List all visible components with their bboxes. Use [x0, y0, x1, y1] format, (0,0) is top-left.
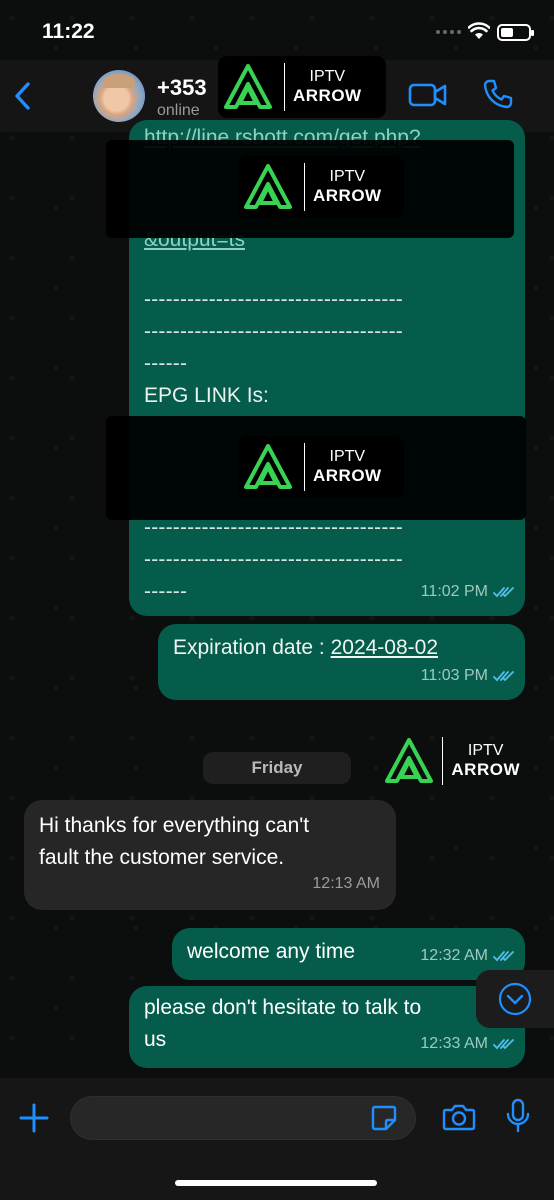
- divider-text: ------: [144, 352, 188, 375]
- phone-call-icon[interactable]: [482, 78, 514, 110]
- logo-text-line2: ARROW: [293, 86, 362, 106]
- video-call-icon[interactable]: [408, 80, 448, 110]
- wifi-icon: [468, 22, 490, 39]
- divider-text: ------------------------------------: [144, 288, 403, 311]
- message-meta: 12:32 AM: [420, 940, 515, 972]
- message-time: 12:13 AM: [312, 875, 380, 892]
- logo-divider: [304, 443, 305, 491]
- message-bubble-incoming[interactable]: Hi thanks for everything can't fault the…: [24, 800, 396, 910]
- message-bubble-outgoing[interactable]: please don't hesitate to talk to us 12:3…: [129, 986, 525, 1068]
- logo-text-line1: IPTV: [467, 742, 504, 760]
- contact-avatar[interactable]: [93, 70, 145, 122]
- expiration-date[interactable]: 2024-08-02: [331, 636, 438, 659]
- message-time: 12:33 AM: [420, 1035, 488, 1052]
- epg-link-label: EPG LINK Is:: [144, 384, 269, 407]
- contact-name[interactable]: +353: [157, 75, 207, 101]
- microphone-icon[interactable]: [505, 1098, 531, 1134]
- logo-text-line1: IPTV: [309, 68, 346, 86]
- iptv-arrow-logo: IPTV ARROW: [382, 730, 532, 792]
- message-text: welcome any time: [187, 940, 356, 963]
- iptv-arrow-logo: IPTV ARROW: [218, 56, 386, 118]
- battery-level: [501, 28, 513, 37]
- message-bubble-outgoing[interactable]: welcome any time 12:32 AM: [172, 928, 525, 980]
- message-meta: 12:13 AM: [312, 868, 380, 900]
- logo-divider: [304, 163, 305, 211]
- message-text-line: us: [144, 1028, 167, 1051]
- logo-text-line1: IPTV: [329, 448, 366, 466]
- chevron-down-circle-icon: [498, 982, 532, 1016]
- arrow-logo-icon: [382, 733, 436, 789]
- message-text-line: please don't hesitate to talk to: [144, 996, 422, 1019]
- logo-text-line2: ARROW: [451, 760, 520, 780]
- camera-icon[interactable]: [442, 1102, 476, 1132]
- divider-text: ------------------------------------: [144, 548, 403, 571]
- logo-text-line2: ARROW: [313, 186, 382, 206]
- message-text-line: fault the customer service.: [39, 846, 285, 869]
- iptv-arrow-logo: IPTV ARROW: [238, 156, 404, 218]
- read-receipt-icon: [493, 951, 514, 962]
- logo-divider: [442, 737, 444, 785]
- arrow-logo-icon: [238, 159, 298, 215]
- iptv-arrow-logo: IPTV ARROW: [238, 436, 404, 498]
- arrow-logo-icon: [218, 59, 278, 115]
- logo-text-line2: ARROW: [313, 466, 382, 486]
- message-input[interactable]: [70, 1096, 416, 1140]
- cellular-signal-icon: [436, 30, 461, 34]
- message-meta: 11:03 PM: [421, 660, 515, 692]
- message-meta: 11:02 PM: [421, 576, 515, 608]
- battery-icon: [497, 24, 534, 41]
- message-time: 12:32 AM: [420, 947, 488, 964]
- status-time: 11:22: [42, 20, 95, 43]
- message-meta: 12:33 AM: [420, 1028, 515, 1060]
- home-indicator[interactable]: [175, 1180, 377, 1186]
- read-receipt-icon: [493, 671, 514, 682]
- status-bar: 11:22: [0, 0, 554, 60]
- message-time: 11:02 PM: [420, 583, 488, 600]
- contact-status: online: [157, 102, 200, 119]
- expiration-label: Expiration date :: [173, 636, 331, 659]
- message-text-line: Hi thanks for everything can't: [39, 814, 310, 837]
- message-time: 11:03 PM: [420, 667, 488, 684]
- sticker-icon[interactable]: [370, 1104, 398, 1132]
- scroll-to-bottom-button[interactable]: [476, 970, 554, 1028]
- message-bubble-outgoing[interactable]: Expiration date : 2024-08-02 11:03 PM: [158, 624, 525, 700]
- divider-text: ------------------------------------: [144, 320, 403, 343]
- date-separator: Friday: [203, 752, 351, 784]
- logo-divider: [284, 63, 285, 111]
- read-receipt-icon: [493, 587, 514, 598]
- arrow-logo-icon: [238, 439, 298, 495]
- back-chevron-icon[interactable]: [10, 78, 36, 114]
- logo-text-line1: IPTV: [329, 168, 366, 186]
- plus-icon[interactable]: [18, 1102, 50, 1134]
- read-receipt-icon: [493, 1039, 514, 1050]
